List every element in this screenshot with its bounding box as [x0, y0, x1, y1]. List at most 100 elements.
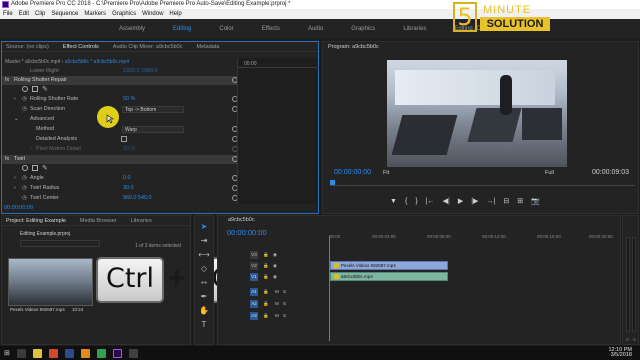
menu-markers[interactable]: Markers	[84, 9, 106, 19]
workspace-assembly[interactable]: Assembly	[105, 26, 159, 32]
ec-row-advanced[interactable]: ⌄ Advanced	[2, 115, 237, 124]
pen-tool-icon[interactable]: ✒	[201, 292, 208, 301]
master-clip-label[interactable]: Master * a9cbc5b0c.mp4	[5, 59, 60, 65]
track-name[interactable]: V3	[250, 251, 258, 259]
mark-in-button[interactable]: {	[405, 198, 407, 205]
ec-section-rolling-shutter-repair[interactable]: fx Rolling Shutter Repair	[2, 76, 238, 85]
pen-mask-icon[interactable]: ✎	[42, 85, 48, 94]
effect-controls-mini-timeline[interactable]: 00:00	[237, 58, 319, 204]
lock-icon[interactable]: 🔒	[263, 250, 269, 260]
timeline-playhead[interactable]	[329, 236, 330, 341]
lock-icon[interactable]: 🔒	[263, 261, 269, 271]
lift-button[interactable]: ⊟	[503, 197, 509, 205]
pen-mask-icon[interactable]: ✎	[42, 164, 48, 173]
tab-media-browser[interactable]: Media Browser	[80, 218, 117, 224]
method-dropdown[interactable]: Warp	[122, 126, 184, 133]
rectangle-mask-icon[interactable]	[32, 86, 38, 92]
premiere-pro-taskbar-icon[interactable]	[112, 348, 122, 358]
app-icon[interactable]	[96, 348, 106, 358]
stopwatch-icon[interactable]: ◷	[22, 194, 27, 203]
eye-icon[interactable]: ◉	[273, 261, 277, 271]
eye-icon[interactable]: ◉	[273, 272, 277, 282]
rectangle-mask-icon[interactable]	[32, 165, 38, 171]
tab-program[interactable]: Program: a9cbc5b0c	[328, 44, 379, 50]
step-back-button[interactable]: ◀|	[443, 197, 450, 205]
ellipse-mask-icon[interactable]	[22, 86, 28, 92]
lock-icon[interactable]: 🔒	[263, 272, 269, 282]
tab-metadata[interactable]: Metadata	[196, 44, 219, 50]
program-resolution-dropdown[interactable]: Full	[545, 170, 554, 176]
ec-footer-timecode[interactable]: 00:00:00:00	[4, 205, 33, 211]
track-name[interactable]: V1	[250, 273, 258, 281]
taskbar-clock[interactable]: 12:10 PM 3/5/2018	[608, 347, 632, 358]
eye-icon[interactable]: ◉	[273, 250, 277, 260]
detailed-analysis-checkbox[interactable]	[121, 136, 127, 142]
menu-edit[interactable]: Edit	[19, 9, 29, 19]
selection-tool-icon[interactable]: ➤	[201, 222, 208, 231]
workspace-libraries[interactable]: Libraries	[389, 26, 440, 32]
timeline-ruler[interactable]: 00:00 00:00:04:00 00:00:08:00 00:00:12:0…	[327, 234, 620, 242]
menu-graphics[interactable]: Graphics	[112, 9, 136, 19]
solo-icon[interactable]: S	[283, 299, 286, 309]
ellipse-mask-icon[interactable]	[22, 165, 28, 171]
type-tool-icon[interactable]: T	[202, 320, 207, 329]
add-marker-button[interactable]: ▼	[390, 198, 397, 205]
track-name[interactable]: A3	[250, 312, 258, 320]
mute-icon[interactable]: M	[275, 287, 279, 297]
go-to-in-button[interactable]: |←	[426, 198, 435, 205]
stopwatch-icon[interactable]: ◷	[22, 95, 27, 104]
app-icon[interactable]	[128, 348, 138, 358]
app-icon[interactable]	[80, 348, 90, 358]
solo-icon[interactable]: S	[283, 311, 286, 321]
extract-button[interactable]: ⊞	[517, 197, 523, 205]
track-name[interactable]: V2	[250, 262, 258, 270]
workspace-effects[interactable]: Effects	[248, 26, 294, 32]
file-explorer-icon[interactable]	[32, 348, 42, 358]
scan-direction-dropdown[interactable]: Top -> Bottom	[122, 106, 184, 113]
workspace-editing[interactable]: Editing	[159, 26, 205, 32]
mark-out-button[interactable]: }	[415, 198, 417, 205]
timeline-timecode[interactable]: 00:00:00:00	[227, 228, 267, 237]
slip-tool-icon[interactable]: ⇿	[201, 278, 208, 287]
task-view-icon[interactable]	[16, 348, 26, 358]
track-name[interactable]: A1	[250, 288, 258, 296]
program-video-frame[interactable]	[387, 60, 567, 167]
angle-value[interactable]: 0.0	[123, 174, 131, 183]
timeline-video-clip[interactable]: Pexels Videos 992687.mp4	[330, 261, 448, 270]
program-scrubber[interactable]	[330, 180, 635, 186]
workspace-color[interactable]: Color	[205, 26, 247, 32]
mute-icon[interactable]: M	[275, 299, 279, 309]
lock-icon[interactable]: 🔒	[263, 287, 269, 297]
track-select-tool-icon[interactable]: ⇥	[201, 236, 208, 245]
menu-clip[interactable]: Clip	[35, 9, 45, 19]
tab-audio-clip-mixer[interactable]: Audio Clip Mixer: a9cbc5b0c	[113, 44, 183, 50]
export-frame-button[interactable]: 📷	[531, 197, 540, 205]
meter-solo-label[interactable]: S	[633, 337, 636, 342]
stopwatch-icon[interactable]: ◷	[22, 105, 27, 114]
app-icon[interactable]	[64, 348, 74, 358]
expand-chevron-icon[interactable]: ›	[14, 174, 16, 183]
meter-solo-label[interactable]: S	[626, 337, 629, 342]
lock-icon[interactable]: 🔒	[263, 311, 269, 321]
expand-chevron-icon[interactable]: ›	[14, 95, 16, 104]
ripple-edit-tool-icon[interactable]: ⟷	[198, 250, 209, 259]
collapse-chevron-icon[interactable]: ⌄	[14, 115, 19, 124]
program-playhead-timecode[interactable]: 00:00:00:00	[334, 169, 371, 176]
mute-icon[interactable]: M	[275, 311, 279, 321]
menu-sequence[interactable]: Sequence	[51, 9, 78, 19]
twirl-radius-value[interactable]: 30.0	[123, 184, 134, 193]
menu-help[interactable]: Help	[169, 9, 181, 19]
play-button[interactable]: ▶	[458, 197, 463, 205]
windows-start-icon[interactable]: ⊞	[4, 349, 10, 357]
stopwatch-icon[interactable]: ◷	[22, 184, 27, 193]
expand-chevron-icon[interactable]: ›	[14, 184, 16, 193]
stopwatch-icon[interactable]: ◷	[22, 174, 27, 183]
lock-icon[interactable]: 🔒	[263, 299, 269, 309]
workspace-graphics[interactable]: Graphics	[337, 26, 389, 32]
timeline-nested-clip[interactable]: a9cbc5b0c.mp4	[330, 272, 448, 281]
tab-sequence[interactable]: a9cbc5b0c	[228, 217, 255, 223]
project-clip-thumbnail[interactable]	[8, 258, 93, 306]
tab-effect-controls[interactable]: Effect Controls	[63, 44, 99, 50]
hand-tool-icon[interactable]: ✋	[199, 306, 209, 315]
sequence-clip-label[interactable]: a9cbc5b0c * a9cbc5b0c.mp4	[65, 59, 129, 65]
